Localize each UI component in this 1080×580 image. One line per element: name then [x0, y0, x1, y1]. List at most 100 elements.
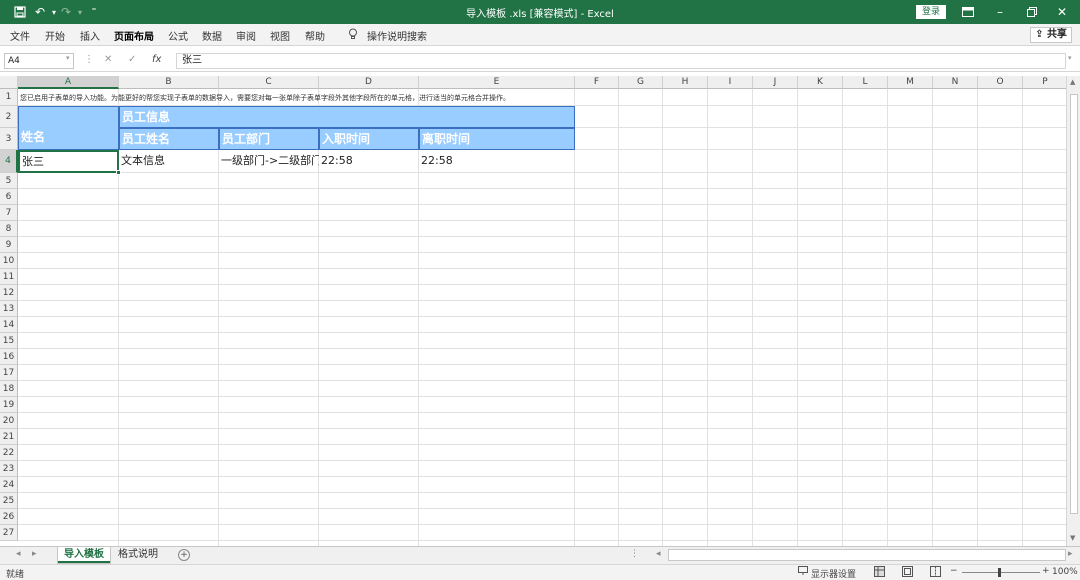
vertical-scrollbar[interactable]: ▲ ▼ [1066, 76, 1080, 546]
row-header[interactable]: 9 [0, 237, 18, 253]
insert-function-icon[interactable]: fx [152, 54, 161, 65]
column-header[interactable]: H [663, 76, 708, 89]
customize-qat-icon[interactable]: ⁼ [86, 4, 102, 20]
tab-home[interactable]: 开始 [45, 28, 65, 43]
row-header[interactable]: 1 [0, 89, 18, 106]
row-header[interactable]: 19 [0, 397, 18, 413]
name-box[interactable]: A4 [4, 53, 74, 69]
cell-b4[interactable]: 文本信息 [119, 150, 219, 173]
scroll-up-icon[interactable]: ▲ [1070, 78, 1075, 86]
zoom-in-button[interactable]: + [1042, 566, 1050, 576]
row-header[interactable]: 26 [0, 509, 18, 525]
header-employee-name[interactable]: 员工姓名 [119, 128, 219, 150]
merged-header-name[interactable]: 姓名 [18, 106, 119, 150]
row-header[interactable]: 27 [0, 525, 18, 541]
share-button[interactable]: ⇪ 共享 [1030, 27, 1072, 43]
display-settings-label[interactable]: 显示器设置 [811, 567, 856, 580]
row-header[interactable]: 17 [0, 365, 18, 381]
worksheet-grid[interactable]: A B C D E F G H I J K L M N O P 12345678… [0, 76, 1066, 546]
scroll-down-icon[interactable]: ▼ [1070, 534, 1075, 542]
zoom-slider-thumb[interactable] [998, 568, 1001, 577]
zoom-out-button[interactable]: − [950, 566, 958, 576]
row-header[interactable]: 18 [0, 381, 18, 397]
page-break-view-icon[interactable] [930, 566, 941, 580]
tell-me-search[interactable]: 操作说明搜索 [367, 28, 427, 43]
row-header[interactable]: 7 [0, 205, 18, 221]
header-department[interactable]: 员工部门 [219, 128, 319, 150]
horizontal-scrollbar[interactable] [668, 549, 1066, 561]
cancel-icon[interactable]: ✕ [104, 54, 112, 65]
row-header[interactable]: 4 [0, 150, 18, 173]
close-icon[interactable]: ✕ [1054, 4, 1070, 20]
expand-formula-bar-icon[interactable]: ▾ [1068, 54, 1072, 62]
vertical-scroll-thumb[interactable] [1070, 94, 1078, 514]
column-header[interactable]: F [575, 76, 619, 89]
header-hire-time[interactable]: 入职时间 [319, 128, 419, 150]
tab-formulas[interactable]: 公式 [168, 28, 188, 43]
cell-a4[interactable]: 张三 [18, 150, 119, 173]
sheet-tab-import-template[interactable]: 导入模板 [58, 547, 110, 563]
column-header[interactable]: J [753, 76, 798, 89]
row-header[interactable]: 5 [0, 173, 18, 189]
save-icon[interactable] [12, 4, 28, 20]
column-header[interactable]: G [619, 76, 663, 89]
group-header-employee-info[interactable]: 员工信息 [119, 106, 575, 128]
row-header[interactable]: 24 [0, 477, 18, 493]
row-header[interactable]: 11 [0, 269, 18, 285]
minimize-icon[interactable]: – [992, 4, 1008, 20]
scroll-left-icon[interactable]: ◂ [656, 549, 661, 559]
column-header[interactable]: M [888, 76, 933, 89]
column-header[interactable]: P [1023, 76, 1066, 89]
column-header[interactable]: O [978, 76, 1023, 89]
row-header[interactable]: 8 [0, 221, 18, 237]
header-leave-time[interactable]: 离职时间 [419, 128, 575, 150]
cell-e4[interactable]: 22:58 [419, 150, 575, 173]
normal-view-icon[interactable] [874, 566, 885, 580]
restore-icon[interactable] [1024, 4, 1040, 20]
column-header[interactable]: N [933, 76, 978, 89]
formula-input[interactable]: 张三 [176, 53, 1066, 69]
display-settings-icon[interactable] [798, 566, 808, 579]
row-header[interactable]: 16 [0, 349, 18, 365]
tab-page-layout[interactable]: 页面布局 [114, 28, 154, 43]
ribbon-display-icon[interactable] [960, 4, 976, 20]
select-all-corner[interactable] [0, 76, 18, 89]
add-sheet-button[interactable]: + [178, 549, 190, 561]
column-header[interactable]: E [419, 76, 575, 89]
row-header[interactable]: 14 [0, 317, 18, 333]
login-button[interactable]: 登录 [916, 5, 946, 19]
enter-icon[interactable]: ✓ [128, 54, 136, 65]
column-header[interactable]: K [798, 76, 843, 89]
name-box-dropdown-icon[interactable]: ▾ [66, 54, 70, 62]
next-sheet-icon[interactable]: ▸ [32, 549, 37, 559]
column-header[interactable]: A [18, 76, 119, 89]
column-header[interactable]: L [843, 76, 888, 89]
cell-d4[interactable]: 22:58 [319, 150, 419, 173]
row-header[interactable]: 2 [0, 106, 18, 128]
zoom-level[interactable]: 100% [1052, 567, 1078, 577]
column-header[interactable]: D [319, 76, 419, 89]
tab-help[interactable]: 帮助 [305, 28, 325, 43]
tab-data[interactable]: 数据 [202, 28, 222, 43]
column-header[interactable]: C [219, 76, 319, 89]
row-header[interactable]: 15 [0, 333, 18, 349]
row-header[interactable]: 12 [0, 285, 18, 301]
row-header[interactable]: 6 [0, 189, 18, 205]
row-header[interactable]: 23 [0, 461, 18, 477]
column-header[interactable]: B [119, 76, 219, 89]
scroll-right-icon[interactable]: ▸ [1068, 549, 1073, 559]
tab-file[interactable]: 文件 [10, 28, 30, 43]
zoom-slider[interactable] [962, 572, 1040, 573]
tab-view[interactable]: 视图 [270, 28, 290, 43]
row-header[interactable]: 10 [0, 253, 18, 269]
tab-insert[interactable]: 插入 [80, 28, 100, 43]
row-header[interactable]: 21 [0, 429, 18, 445]
column-header[interactable]: I [708, 76, 753, 89]
row-header[interactable]: 3 [0, 128, 18, 150]
row-header[interactable]: 13 [0, 301, 18, 317]
row-header[interactable]: 25 [0, 493, 18, 509]
row-header[interactable]: 22 [0, 445, 18, 461]
row-header[interactable]: 20 [0, 413, 18, 429]
prev-sheet-icon[interactable]: ◂ [16, 549, 21, 559]
tab-review[interactable]: 审阅 [236, 28, 256, 43]
